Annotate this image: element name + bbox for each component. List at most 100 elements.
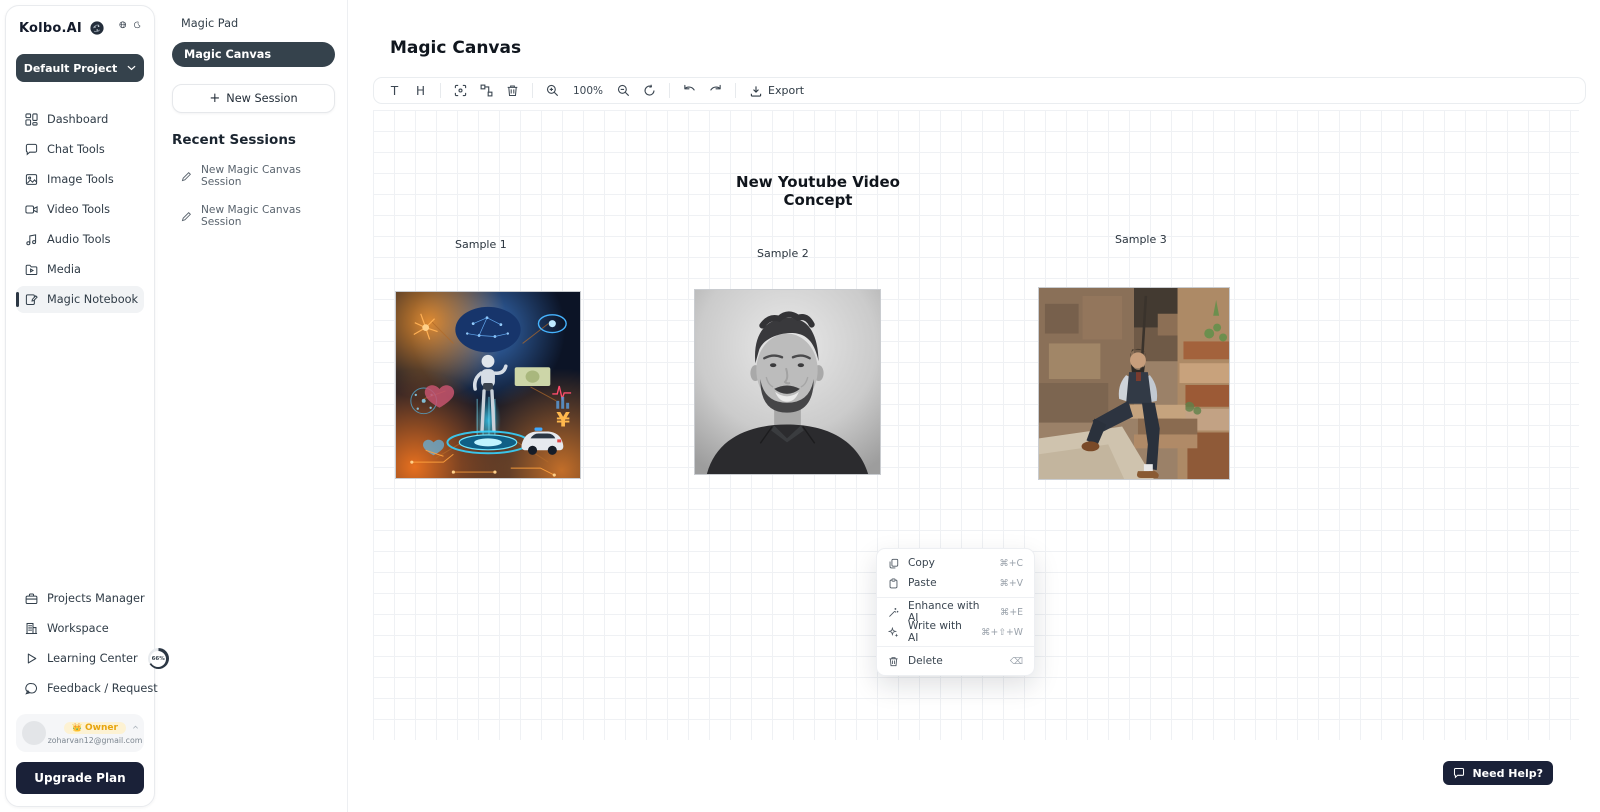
chat-icon <box>25 143 38 156</box>
upgrade-plan-button[interactable]: Upgrade Plan <box>16 762 144 794</box>
sidebar-item-label: Video Tools <box>47 203 110 216</box>
sample-2-image[interactable] <box>694 289 881 475</box>
moon-icon[interactable] <box>133 21 141 35</box>
menu-item-paste[interactable]: Paste ⌘+V <box>877 573 1034 593</box>
upgrade-plan-label: Upgrade Plan <box>34 771 125 785</box>
ai-select-icon <box>454 84 467 97</box>
menu-item-enhance-with-ai[interactable]: Enhance with AI ⌘+E <box>877 602 1034 622</box>
menu-shortcut: ⌘+E <box>1000 607 1023 618</box>
sidebar-item-label: Dashboard <box>47 113 108 126</box>
play-icon <box>25 652 38 665</box>
pencil-icon <box>181 171 192 182</box>
magic-canvas-label: Magic Canvas <box>184 48 271 61</box>
export-label: Export <box>768 84 804 97</box>
menu-item-label: Write with AI <box>908 620 972 644</box>
paste-icon <box>888 578 899 589</box>
brain-logo-icon <box>89 20 105 36</box>
tab-magic-canvas[interactable]: Magic Canvas <box>172 42 335 67</box>
delete-tool-button[interactable] <box>500 80 525 101</box>
session-panel: Magic Pad Magic Canvas + New Session Rec… <box>160 0 348 812</box>
pencil-icon <box>181 211 192 222</box>
feedback-bubble-icon <box>25 682 38 695</box>
menu-shortcut: ⌫ <box>1010 656 1023 667</box>
canvas-heading-text[interactable]: New Youtube Video Concept <box>703 173 933 209</box>
reset-rotation-button[interactable] <box>637 80 662 101</box>
zoom-in-button[interactable] <box>540 80 565 101</box>
globe-icon[interactable] <box>119 21 127 35</box>
video-icon <box>25 203 38 216</box>
sidebar-item-feedback-request[interactable]: Feedback / Request <box>16 675 144 702</box>
sidebar-footer-nav: Projects Manager Workspace Learning Cent… <box>16 585 144 702</box>
sample-3-image[interactable] <box>1038 287 1230 480</box>
crown-icon: 👑 <box>72 724 82 732</box>
menu-divider <box>877 646 1034 647</box>
user-email: zoharvan12@gmail.com <box>48 736 143 745</box>
sample-1-image[interactable]: ¥ <box>395 291 581 479</box>
project-selector[interactable]: Default Project <box>16 54 144 82</box>
menu-item-write-with-ai[interactable]: Write with AI ⌘+⇧+W <box>877 622 1034 642</box>
zoom-out-icon <box>617 84 630 97</box>
sparkles-icon <box>888 627 899 638</box>
new-session-button[interactable]: + New Session <box>172 84 335 113</box>
main-area: Magic Canvas T H 100% Export New Youtube… <box>349 0 1600 812</box>
sample-2-label[interactable]: Sample 2 <box>757 247 809 260</box>
connector-icon <box>480 84 493 97</box>
sidebar-item-dashboard[interactable]: Dashboard <box>16 106 144 133</box>
redo-icon <box>709 84 722 97</box>
sidebar-nav: Dashboard Chat Tools Image Tools Video T… <box>16 106 144 313</box>
sidebar-item-audio-tools[interactable]: Audio Tools <box>16 226 144 253</box>
sidebar-item-label: Projects Manager <box>47 592 145 605</box>
user-card[interactable]: 👑Owner zoharvan12@gmail.com <box>16 714 144 752</box>
text-tool-button[interactable]: T <box>382 80 407 101</box>
tab-magic-pad[interactable]: Magic Pad <box>172 14 335 33</box>
session-item-label: New Magic Canvas Session <box>201 164 335 188</box>
undo-button[interactable] <box>677 80 702 101</box>
sidebar-item-label: Audio Tools <box>47 233 111 246</box>
media-folder-icon <box>25 263 38 276</box>
sidebar-item-chat-tools[interactable]: Chat Tools <box>16 136 144 163</box>
sidebar-item-media[interactable]: Media <box>16 256 144 283</box>
sidebar-item-image-tools[interactable]: Image Tools <box>16 166 144 193</box>
zoom-level[interactable]: 100% <box>566 85 610 97</box>
brand-row: Kolbo.AI <box>16 20 144 36</box>
need-help-label: Need Help? <box>1472 767 1543 780</box>
new-session-label: New Session <box>226 92 297 105</box>
avatar <box>22 721 46 745</box>
owner-badge: 👑Owner <box>64 722 126 734</box>
menu-item-copy[interactable]: Copy ⌘+C <box>877 553 1034 573</box>
trash-icon <box>888 656 899 667</box>
sidebar-item-label: Feedback / Request <box>47 682 158 695</box>
notebook-icon <box>25 293 38 306</box>
caret-icon <box>132 724 139 731</box>
menu-item-delete[interactable]: Delete ⌫ <box>877 651 1034 671</box>
menu-item-label: Paste <box>908 577 937 589</box>
zoom-in-icon <box>546 84 559 97</box>
redo-button[interactable] <box>703 80 728 101</box>
sidebar-item-label: Magic Notebook <box>47 293 138 306</box>
sidebar-item-workspace[interactable]: Workspace <box>16 615 144 642</box>
sidebar-item-learning-center[interactable]: Learning Center 66% <box>16 645 144 672</box>
menu-shortcut: ⌘+V <box>1000 578 1023 589</box>
canvas-toolbar: T H 100% Export <box>373 77 1586 104</box>
sample-1-label[interactable]: Sample 1 <box>455 238 507 251</box>
session-item-label: New Magic Canvas Session <box>201 204 335 228</box>
ai-select-button[interactable] <box>448 80 473 101</box>
undo-icon <box>683 84 696 97</box>
dashboard-icon <box>25 113 38 126</box>
connector-tool-button[interactable] <box>474 80 499 101</box>
owner-badge-label: Owner <box>85 723 118 733</box>
zoom-out-button[interactable] <box>611 80 636 101</box>
session-list-item[interactable]: New Magic Canvas Session <box>172 204 335 228</box>
sidebar-item-projects-manager[interactable]: Projects Manager <box>16 585 144 612</box>
sidebar-item-video-tools[interactable]: Video Tools <box>16 196 144 223</box>
need-help-button[interactable]: Need Help? <box>1443 761 1553 785</box>
image-icon <box>25 173 38 186</box>
heading-tool-button[interactable]: H <box>408 80 433 101</box>
copy-icon <box>888 558 899 569</box>
export-button[interactable]: Export <box>743 84 811 97</box>
download-icon <box>750 85 762 97</box>
page-title: Magic Canvas <box>390 38 521 58</box>
sample-3-label[interactable]: Sample 3 <box>1115 233 1167 246</box>
sidebar-item-magic-notebook[interactable]: Magic Notebook <box>16 286 144 313</box>
session-list-item[interactable]: New Magic Canvas Session <box>172 164 335 188</box>
